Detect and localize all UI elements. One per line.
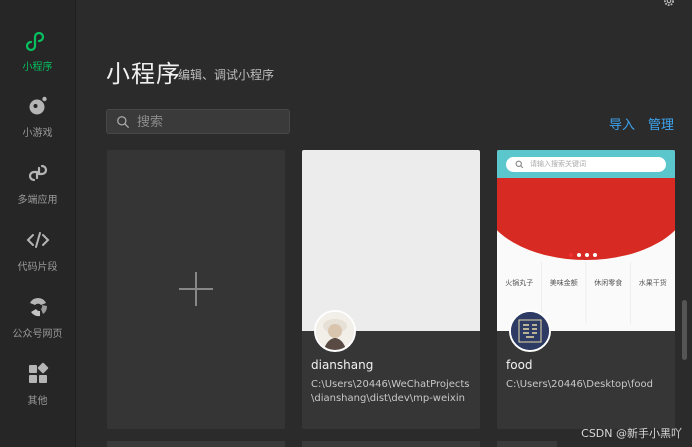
page-subtitle: 编辑、调试小程序 [178, 68, 275, 82]
project-name: dianshang [311, 358, 374, 372]
category-row: 火锅丸子 美味金额 休闲零食 水果干货 [497, 278, 675, 288]
official-account-icon [29, 298, 47, 317]
search-icon [117, 116, 129, 128]
sidebar-item-label: 代码片段 [17, 262, 58, 273]
category-label: 水果干货 [638, 279, 667, 287]
page-title: 小程序 [106, 60, 181, 88]
sidebar-item-label: 小程序 [22, 62, 53, 73]
next-row-card-edge [497, 441, 557, 447]
project-name: food [506, 358, 533, 372]
avatar [509, 310, 551, 352]
sidebar-item-multi-platform[interactable]: 多端应用 [0, 157, 75, 217]
category-label: 休闲零食 [594, 279, 623, 287]
multi-platform-icon [28, 164, 47, 182]
category-label: 美味金额 [549, 279, 578, 287]
manage-link[interactable]: 管理 [648, 114, 674, 133]
avatar-illustration-icon [316, 312, 354, 350]
add-project-card[interactable] [107, 150, 285, 429]
project-thumbnail: 请输入搜索关键词 火锅丸子 美味金额 休闲零食 水果干货 [497, 150, 675, 331]
search-box[interactable] [106, 109, 290, 134]
sidebar-item-label: 多端应用 [17, 195, 58, 206]
project-card-food[interactable]: 请输入搜索关键词 火锅丸子 美味金额 休闲零食 水果干货 food C:\Use… [497, 150, 675, 429]
search-input[interactable] [135, 112, 289, 133]
sidebar-item-label: 公众号网页 [12, 329, 63, 340]
minigame-icon [29, 96, 47, 115]
carousel-dots [569, 253, 597, 257]
import-link[interactable]: 导入 [609, 114, 635, 133]
project-card-dianshang[interactable]: dianshang C:\Users\20446\WeChatProjects\… [302, 150, 480, 429]
sidebar-item-minigame[interactable]: 小游戏 [0, 90, 75, 150]
plus-icon [179, 272, 213, 306]
sidebar-item-code-snippet[interactable]: 代码片段 [0, 224, 75, 284]
sidebar-item-others[interactable]: 其他 [0, 358, 75, 418]
project-path: C:\Users\20446\WeChatProjects\dianshang\… [311, 379, 470, 404]
code-snippet-icon [26, 232, 49, 248]
scrollbar-thumb[interactable] [682, 300, 687, 360]
next-row-card-edge [107, 441, 285, 447]
thumbnail-search-placeholder: 请输入搜索关键词 [530, 160, 586, 168]
sidebar-item-label: 小游戏 [22, 128, 53, 139]
sidebar-item-official-account[interactable]: 公众号网页 [0, 291, 75, 351]
avatar [314, 310, 356, 352]
avatar-logo-icon [511, 312, 549, 350]
sidebar-item-label: 其他 [27, 396, 48, 407]
project-path: C:\Users\20446\Desktop\food [506, 379, 653, 390]
category-label: 火锅丸子 [505, 279, 534, 287]
gear-icon[interactable] [662, 0, 676, 8]
others-grid-icon [28, 362, 48, 383]
miniprogram-icon [25, 31, 44, 52]
search-icon [515, 160, 524, 169]
project-thumbnail [302, 150, 480, 331]
next-row-card-edge [302, 441, 480, 447]
sidebar: 小程序 小游戏 多端应用 代码片段 公众号网页 其他 [0, 0, 76, 447]
watermark: CSDN @新手小黑吖 [581, 427, 682, 440]
sidebar-item-miniprogram[interactable]: 小程序 [0, 24, 75, 84]
thumbnail-search-bar: 请输入搜索关键词 [506, 157, 666, 172]
